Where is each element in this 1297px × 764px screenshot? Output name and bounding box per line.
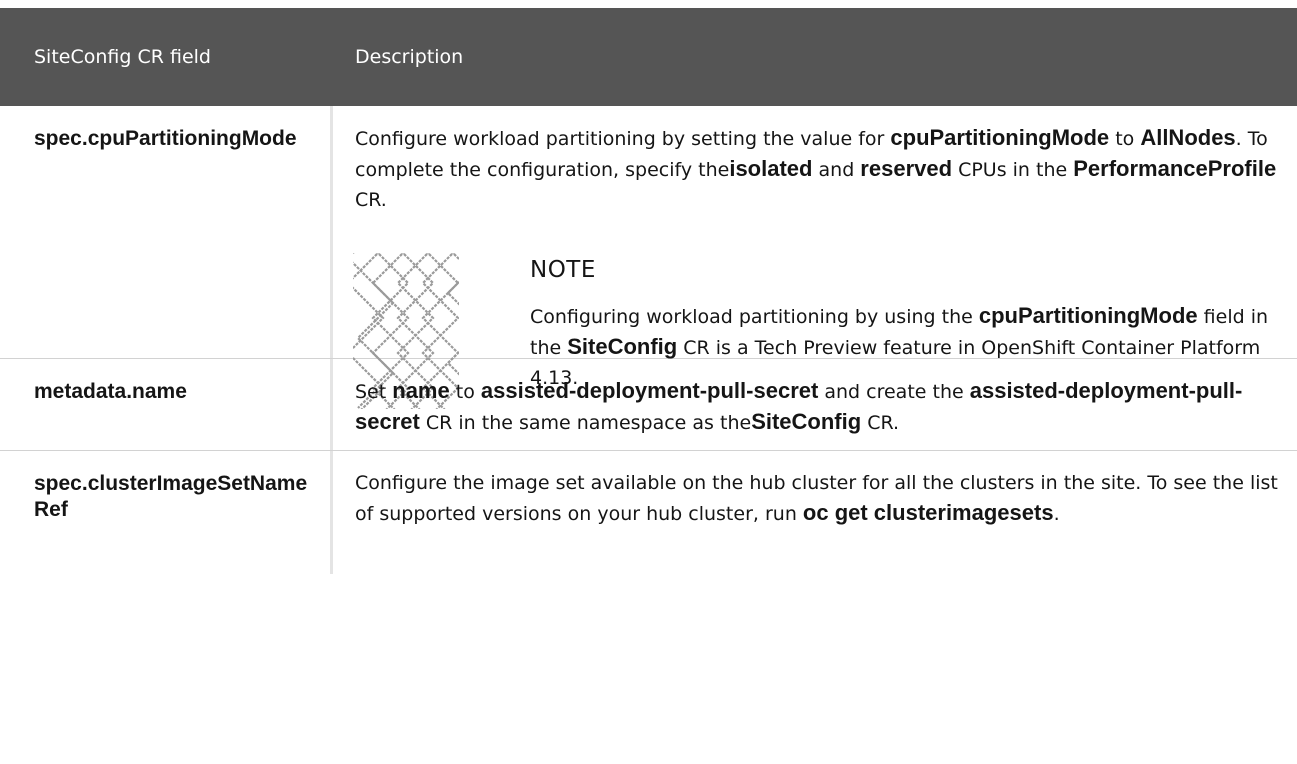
field-name: metadata.name bbox=[0, 359, 333, 450]
sitecconfig-fields-table: SiteConfig CR field Description spec.cpu… bbox=[0, 8, 1297, 574]
description-text: Configure workload partitioning by setti… bbox=[355, 125, 1277, 211]
header-description-column: Description bbox=[355, 46, 464, 68]
field-name: spec.cpuPartitioningMode bbox=[0, 106, 333, 358]
header-field-column: SiteConfig CR field bbox=[34, 46, 211, 68]
note-title: NOTE bbox=[530, 257, 596, 283]
table-header: SiteConfig CR field Description bbox=[0, 8, 1297, 106]
table-row: spec.cpuPartitioningMode Configure workl… bbox=[0, 106, 1297, 409]
table-row: spec.clusterImageSetNameRef Configure th… bbox=[0, 451, 1297, 574]
field-description: Set name to assisted-deployment-pull-sec… bbox=[333, 359, 1297, 450]
description-text: Configure the image set available on the… bbox=[355, 472, 1278, 525]
field-description: Configure the image set available on the… bbox=[333, 451, 1297, 574]
field-name: spec.clusterImageSetNameRef bbox=[0, 451, 333, 574]
table-row: metadata.name Set name to assisted-deplo… bbox=[0, 359, 1297, 451]
description-text: Set name to assisted-deployment-pull-sec… bbox=[355, 378, 1243, 434]
field-description: Configure workload partitioning by setti… bbox=[333, 106, 1297, 409]
